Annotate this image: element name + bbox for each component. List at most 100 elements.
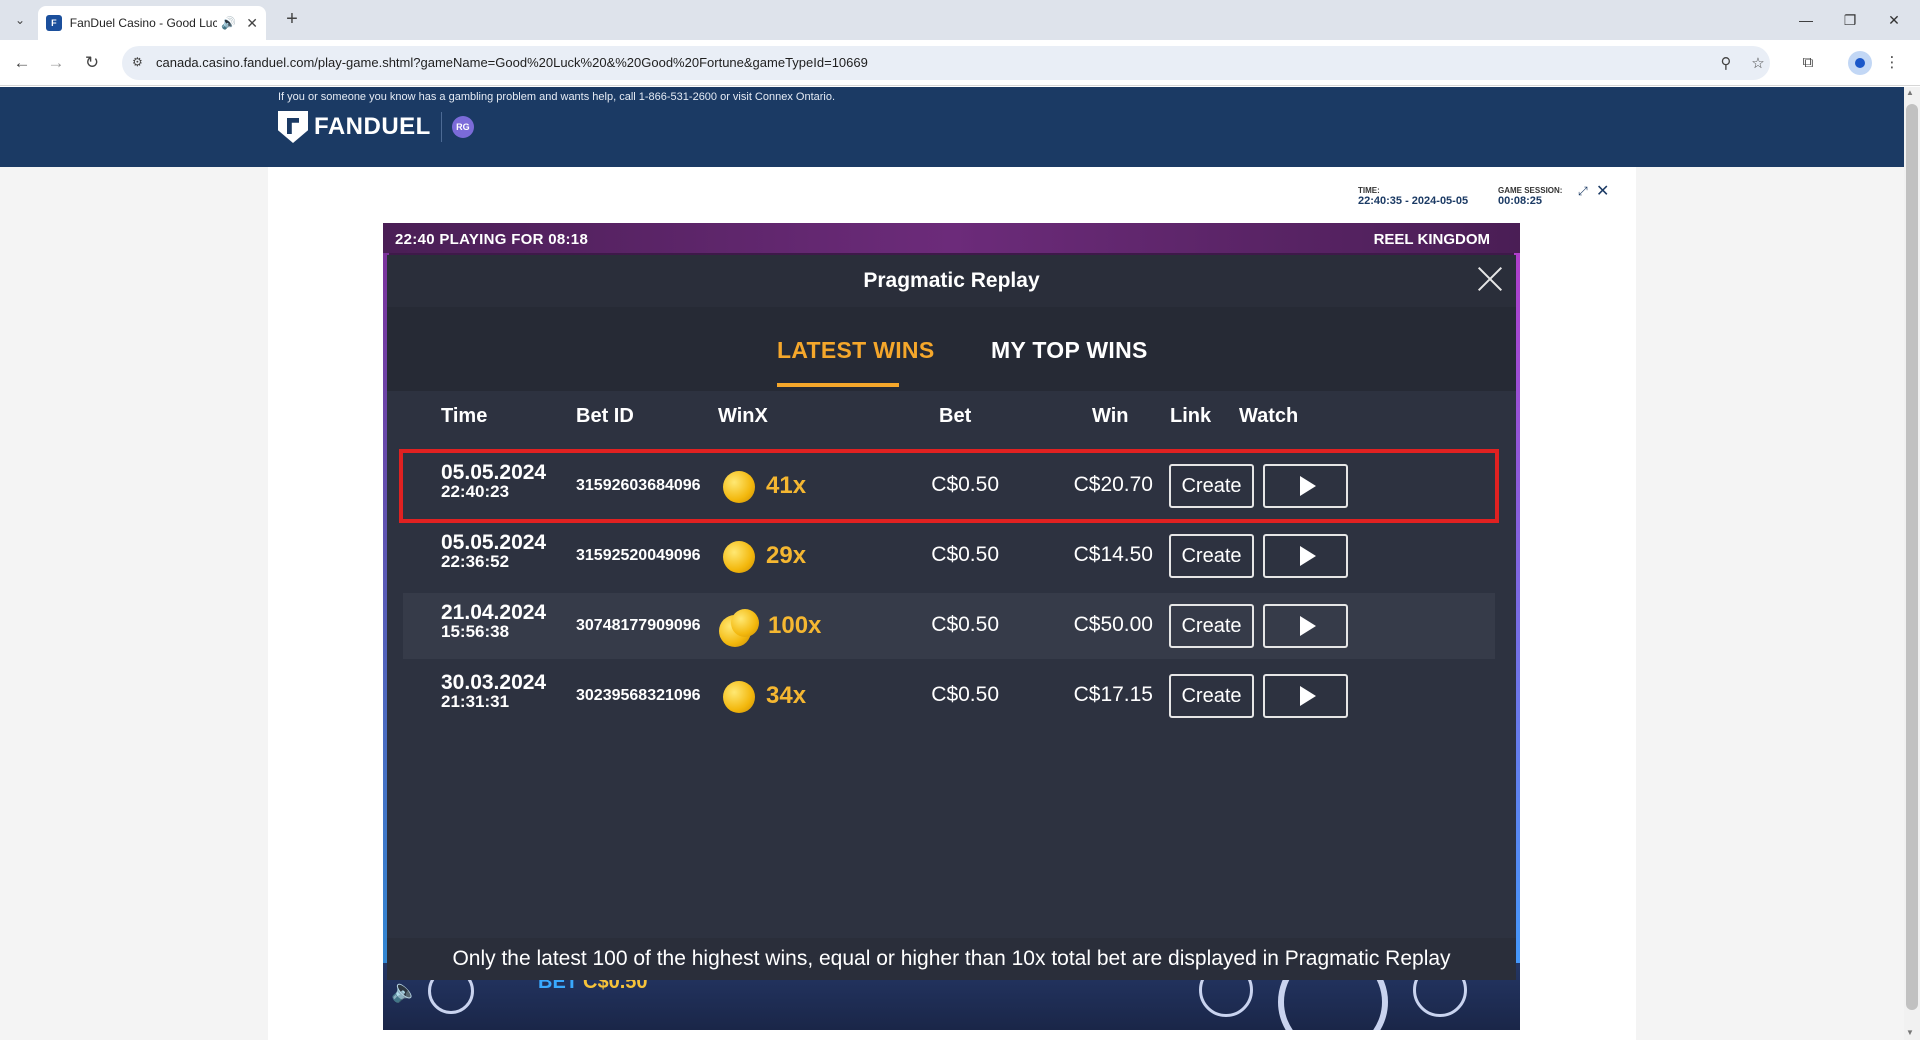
replay-disclaimer: Only the latest 100 of the highest wins,… [452,947,1451,970]
left-gutter [0,167,268,1040]
create-link-button[interactable]: Create [1169,464,1254,508]
address-bar[interactable]: ⚙ canada.casino.fanduel.com/play-game.sh… [122,46,1770,80]
win-time: 22:36:52 [441,552,510,571]
game-session: GAME SESSION: 00:08:25 [1498,186,1562,207]
win-amount: C$50.00 [1073,613,1153,636]
gold-coin-icon [723,681,755,713]
win-row: 05.05.2024 22:36:52 31592520049096 29x C… [403,523,1495,589]
time-value: 22:40:35 - 2024-05-05 [1358,195,1469,207]
game-sound-speaker-icon[interactable]: 🔈 [391,978,418,1004]
responsible-gaming-notice: If you or someone you know has a gamblin… [278,91,836,103]
bet-id: 30239568321096 [576,687,701,704]
win-amount: C$20.70 [1073,473,1153,496]
column-header-bet-id: Bet ID [576,405,634,427]
tab-title: FanDuel Casino - Good Luc [69,16,218,30]
session-time: TIME: 22:40:35 - 2024-05-05 [1358,186,1468,207]
create-link-button[interactable]: Create [1169,534,1254,578]
modal-tabs: LATEST WINS MY TOP WINS [387,307,1516,391]
win-multiplier: 41x [766,472,807,499]
profile-avatar-icon[interactable] [1848,51,1872,75]
watch-replay-button[interactable] [1263,604,1348,648]
bookmark-star-icon[interactable]: ☆ [1748,54,1768,72]
forward-arrow-icon[interactable]: → [44,51,68,75]
browser-tab-active[interactable]: F FanDuel Casino - Good Luc 🔊 ✕ [38,6,266,40]
modal-close-icon[interactable] [1474,263,1506,295]
win-timestamp: 05.05.2024 22:36:52 [441,532,546,571]
gold-coin-icon [723,471,755,503]
gold-coin-icon [723,541,755,573]
column-header-time: Time [441,405,488,427]
bet-amount: C$0.50 [931,473,999,496]
win-row: 05.05.2024 22:40:23 31592603684096 41x C… [399,449,1499,523]
column-header-winx: WinX [718,405,768,427]
expand-fullscreen-icon[interactable]: ⤢ [1578,184,1588,199]
time-label: TIME: [1358,186,1380,195]
bet-amount: C$0.50 [931,543,999,566]
new-tab-plus-icon[interactable]: + [280,8,304,32]
tab-my-top-wins[interactable]: MY TOP WINS [991,337,1148,364]
tab-latest-wins[interactable]: LATEST WINS [777,337,934,364]
rg-badge[interactable]: RG [451,116,474,138]
modal-header: Pragmatic Replay [387,255,1516,307]
column-header-link: Link [1170,405,1212,427]
watch-replay-button[interactable] [1263,674,1348,718]
play-icon [1299,546,1316,566]
win-multiplier: 29x [766,542,807,569]
back-arrow-icon[interactable]: ← [10,51,34,75]
scrollbar-thumb[interactable] [1906,104,1918,1010]
speaker-icon[interactable]: 🔊 [221,16,236,30]
window-close-icon[interactable]: ✕ [1874,8,1914,32]
game-session-label: GAME SESSION: [1498,186,1563,195]
tab-close-icon[interactable]: ✕ [246,15,258,32]
extensions-puzzle-icon[interactable]: ⧉ [1796,51,1820,75]
tab-search-chevron-icon[interactable]: ⌄ [8,8,32,32]
site-info-icon[interactable]: ⚙ [132,55,148,71]
win-time: 15:56:38 [441,622,510,641]
browser-menu-kebab-icon[interactable]: ⋮ [1880,51,1904,75]
right-gutter [1636,167,1904,1040]
column-header-bet: Bet [939,405,972,427]
fanduel-wordmark: FANDUEL [314,113,431,140]
fanduel-shield-icon [278,111,308,143]
location-pin-icon[interactable]: ⚲ [1716,54,1736,72]
win-timestamp: 05.05.2024 22:40:23 [441,461,547,501]
play-icon [1299,476,1316,496]
gold-coins-icon [719,609,759,647]
win-date: 21.04.2024 [441,601,547,624]
play-icon [1299,686,1316,706]
watch-replay-button[interactable] [1263,534,1348,578]
bet-id: 31592520049096 [576,547,701,564]
win-time: 22:40:23 [441,482,510,501]
game-provider-logo: REEL KINGDOM [1373,231,1490,248]
game-top-bar: 22:40 PLAYING FOR 08:18 REEL KINGDOM [383,223,1520,253]
browser-toolbar: ← → ↻ ⚙ canada.casino.fanduel.com/play-g… [0,40,1920,86]
browser-tab-strip: ⌄ F FanDuel Casino - Good Luc 🔊 ✕ + — ❐ … [0,0,1920,40]
win-date: 30.03.2024 [441,671,547,694]
win-row: 30.03.2024 21:31:31 30239568321096 34x C… [403,663,1495,729]
create-link-button[interactable]: Create [1169,674,1254,718]
minimize-icon[interactable]: — [1786,8,1826,32]
win-multiplier: 100x [768,612,822,639]
create-link-button[interactable]: Create [1169,604,1254,648]
close-game-icon[interactable]: ✕ [1596,181,1609,201]
win-date: 05.05.2024 [441,461,547,484]
win-amount: C$14.50 [1073,543,1153,566]
win-timestamp: 21.04.2024 15:56:38 [441,601,547,641]
play-icon [1299,616,1316,636]
bet-id: 31592603684096 [576,477,701,494]
watch-replay-button[interactable] [1263,464,1348,508]
active-tab-underline [777,383,899,387]
restore-icon[interactable]: ❐ [1830,8,1870,32]
modal-footer: Only the latest 100 of the highest wins,… [387,938,1516,980]
scroll-down-arrow-icon[interactable]: ▼ [1906,1028,1914,1037]
fanduel-logo[interactable]: FANDUEL RG [278,111,474,143]
fanduel-header: If you or someone you know has a gamblin… [0,87,1904,167]
scroll-up-arrow-icon[interactable]: ▲ [1906,88,1914,97]
url-text[interactable]: canada.casino.fanduel.com/play-game.shtm… [156,55,868,70]
reload-icon[interactable]: ↻ [80,51,104,75]
win-multiplier: 34x [766,682,807,709]
pragmatic-replay-modal: Pragmatic Replay LATEST WINS MY TOP WINS… [387,255,1516,938]
win-time: 21:31:31 [441,692,510,711]
bet-id: 30748177909096 [576,617,701,634]
game-frame[interactable]: 22:40 PLAYING FOR 08:18 REEL KINGDOM 🔈 B… [383,223,1520,1030]
